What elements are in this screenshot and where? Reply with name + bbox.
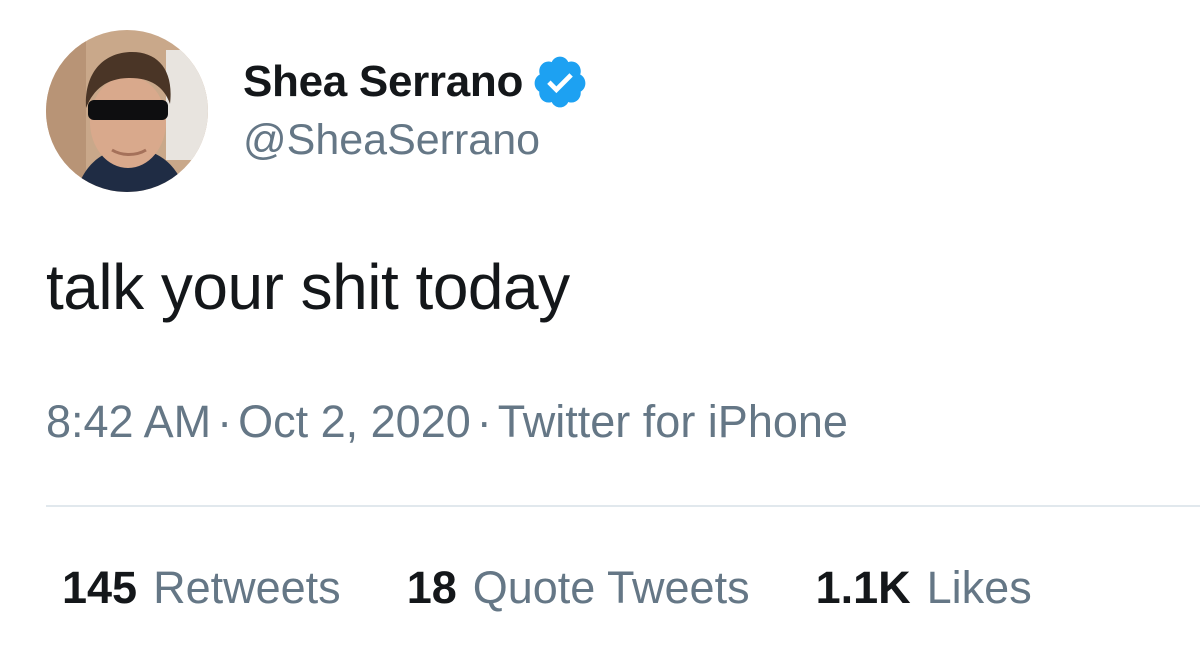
retweets-label: Retweets xyxy=(153,562,341,613)
meta-separator: · xyxy=(476,396,492,447)
likes-label: Likes xyxy=(926,562,1032,613)
tweet-stats: 145 Retweets 18 Quote Tweets 1.1K Likes xyxy=(62,562,1032,614)
likes-count: 1.1K xyxy=(815,562,911,613)
tweet-source[interactable]: Twitter for iPhone xyxy=(498,396,848,447)
tweet-time[interactable]: 8:42 AM xyxy=(46,396,211,447)
tweet-header: Shea Serrano @SheaSerrano xyxy=(46,30,589,192)
meta-separator: · xyxy=(217,396,233,447)
verified-badge-icon xyxy=(531,53,589,111)
tweet-card: Shea Serrano @SheaSerrano talk your shit… xyxy=(0,0,1200,669)
divider xyxy=(46,505,1200,507)
retweets-stat[interactable]: 145 Retweets xyxy=(62,562,341,614)
avatar-image xyxy=(46,30,208,192)
tweet-date[interactable]: Oct 2, 2020 xyxy=(238,396,471,447)
author-info: Shea Serrano @SheaSerrano xyxy=(243,52,589,165)
quote-tweets-count: 18 xyxy=(406,562,457,613)
avatar[interactable] xyxy=(46,30,208,192)
quote-tweets-stat[interactable]: 18 Quote Tweets xyxy=(407,562,750,614)
author-handle[interactable]: @SheaSerrano xyxy=(243,116,589,165)
tweet-text: talk your shit today xyxy=(46,251,570,323)
tweet-metadata: 8:42 AM · Oct 2, 2020 · Twitter for iPhone xyxy=(46,396,848,448)
quote-tweets-label: Quote Tweets xyxy=(472,562,750,613)
retweets-count: 145 xyxy=(62,562,138,613)
author-display-name[interactable]: Shea Serrano xyxy=(243,57,523,107)
name-row: Shea Serrano xyxy=(243,52,589,112)
likes-stat[interactable]: 1.1K Likes xyxy=(816,562,1032,614)
